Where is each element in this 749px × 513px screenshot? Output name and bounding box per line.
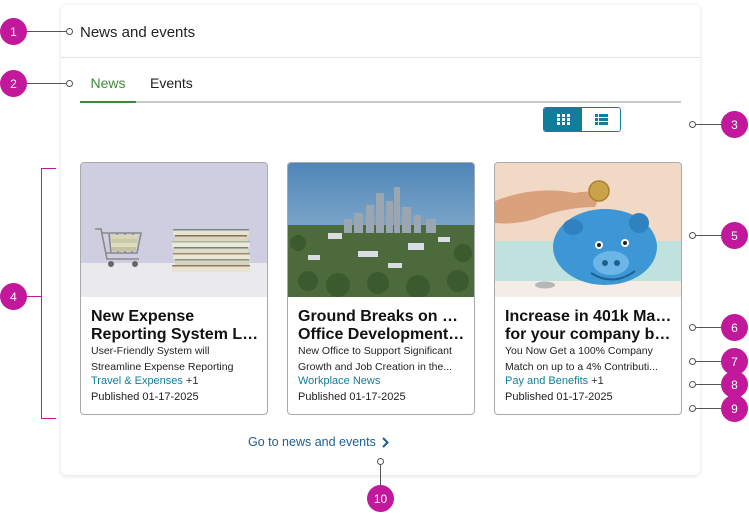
card-description: You Now Get a 100% Company Match on up t… — [505, 345, 658, 373]
callout-badge: 3 — [721, 111, 748, 138]
callout-badge: 4 — [0, 283, 27, 310]
news-card[interactable]: Increase in 401k Match for your company … — [494, 162, 682, 415]
card-published-date: Published 01-17-2025 — [91, 391, 199, 403]
tab-news-active-indicator — [80, 101, 136, 103]
callout-line — [694, 124, 721, 125]
callout-line — [694, 327, 721, 328]
panel-title: News and events — [80, 24, 196, 41]
callout-badge: 10 — [367, 485, 394, 512]
go-to-news-and-events-link[interactable]: Go to news and events — [248, 435, 390, 449]
callout-line — [694, 384, 721, 385]
callout-dot — [66, 28, 73, 35]
view-toggle — [543, 107, 621, 132]
callout-badge: 1 — [0, 18, 27, 45]
list-icon — [594, 114, 608, 125]
callout-line — [27, 296, 41, 297]
callout-line — [694, 408, 721, 409]
grid-view-button[interactable] — [544, 108, 582, 131]
card-published-date: Published 01-17-2025 — [298, 391, 406, 403]
card-description: New Office to Support Significant Growth… — [298, 345, 453, 373]
piggy-bank-image — [495, 163, 681, 297]
card-description: User-Friendly System will Streamline Exp… — [91, 345, 234, 373]
callout-badge: 6 — [721, 314, 748, 341]
category-label[interactable]: Pay and Benefits — [505, 375, 588, 387]
list-view-button[interactable] — [582, 108, 620, 131]
callout-dot — [689, 121, 696, 128]
callout-dot — [689, 232, 696, 239]
category-more-count: +1 — [185, 375, 199, 387]
card-title: Increase in 401k Match for your company … — [505, 308, 673, 343]
tab-news[interactable]: News — [80, 75, 136, 91]
panel-divider — [61, 57, 700, 58]
category-label[interactable]: Travel & Expenses — [91, 375, 183, 387]
callout-dot — [689, 381, 696, 388]
category-label[interactable]: Workplace News — [298, 375, 380, 387]
news-card[interactable]: Ground Breaks on New Office Development … — [287, 162, 475, 415]
tab-bar: News Events — [80, 69, 681, 103]
callout-line — [27, 31, 67, 32]
callout-line — [27, 83, 67, 84]
callout-dot — [689, 324, 696, 331]
callout-badge: 2 — [0, 70, 27, 97]
callout-badge: 5 — [721, 222, 748, 249]
callout-dot — [689, 358, 696, 365]
card-published-date: Published 01-17-2025 — [505, 391, 613, 403]
card-title: New Expense Reporting System Lau... — [91, 308, 259, 343]
shopping-cart-and-books-image — [81, 163, 267, 297]
card-category[interactable]: Pay and Benefits +1 — [505, 375, 604, 387]
callout-line — [694, 235, 721, 236]
callout-line — [694, 361, 721, 362]
card-category[interactable]: Workplace News — [298, 375, 380, 387]
callout-badge: 9 — [721, 395, 748, 422]
tab-events[interactable]: Events — [150, 75, 193, 91]
category-more-count: +1 — [591, 375, 604, 387]
card-category[interactable]: Travel & Expenses +1 — [91, 375, 198, 387]
grid-icon — [556, 114, 570, 125]
callout-badge: 8 — [721, 371, 748, 398]
news-card[interactable]: New Expense Reporting System Lau... User… — [80, 162, 268, 415]
city-skyline-image — [288, 163, 474, 297]
footer-link-label[interactable]: Go to news and events — [248, 435, 376, 449]
callout-line — [380, 462, 381, 485]
callout-bracket — [41, 168, 56, 419]
callout-dot — [66, 80, 73, 87]
card-title: Ground Breaks on New Office Development … — [298, 308, 466, 343]
callout-dot — [689, 405, 696, 412]
callout-dot — [377, 458, 384, 465]
chevron-right-icon — [382, 437, 390, 448]
